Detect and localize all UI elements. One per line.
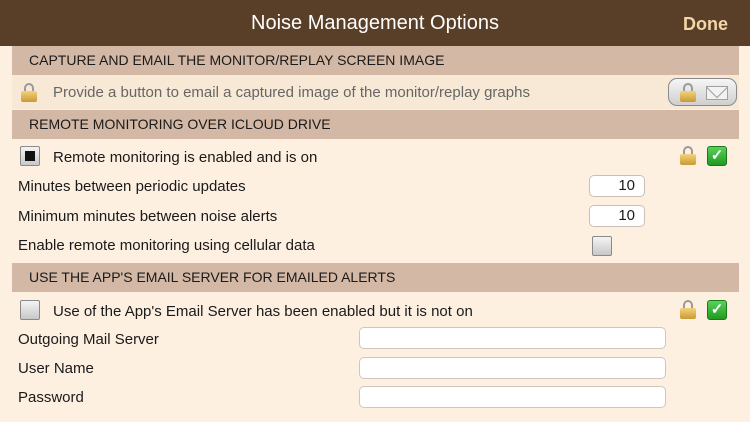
password-input[interactable]: [359, 386, 666, 408]
section-header-email: USE THE APP'S EMAIL SERVER FOR EMAILED A…: [12, 263, 739, 292]
email-capture-button[interactable]: [668, 78, 737, 106]
mail-server-input[interactable]: [359, 327, 666, 349]
lock-icon[interactable]: [680, 300, 696, 319]
capture-option-label: Provide a button to email a captured ima…: [53, 84, 530, 101]
user-name-input[interactable]: [359, 357, 666, 379]
cellular-label: Enable remote monitoring using cellular …: [18, 237, 315, 254]
lock-icon[interactable]: [680, 146, 696, 165]
section-header-capture: CAPTURE AND EMAIL THE MONITOR/REPLAY SCR…: [12, 46, 739, 75]
minutes-updates-field[interactable]: 10: [589, 175, 645, 197]
check-icon[interactable]: ✓: [707, 300, 727, 320]
user-name-label: User Name: [18, 360, 94, 377]
cellular-checkbox[interactable]: [592, 236, 612, 256]
page-title: Noise Management Options: [251, 12, 499, 34]
mail-server-label: Outgoing Mail Server: [18, 331, 159, 348]
envelope-icon: [706, 86, 728, 100]
remote-enabled-checkbox[interactable]: [20, 146, 40, 166]
minutes-updates-label: Minutes between periodic updates: [18, 178, 246, 195]
check-icon[interactable]: ✓: [707, 146, 727, 166]
lock-icon: [680, 83, 696, 102]
lock-icon: [21, 83, 37, 102]
done-button[interactable]: Done: [683, 14, 728, 35]
noise-alerts-label: Minimum minutes between noise alerts: [18, 208, 278, 225]
email-enabled-label: Use of the App's Email Server has been e…: [53, 303, 473, 320]
remote-enabled-label: Remote monitoring is enabled and is on: [53, 149, 318, 166]
password-label: Password: [18, 389, 84, 406]
section-header-remote: REMOTE MONITORING OVER ICLOUD DRIVE: [12, 110, 739, 139]
noise-alerts-field[interactable]: 10: [589, 205, 645, 227]
navigation-bar: Noise Management Options Done: [0, 0, 750, 46]
email-enabled-checkbox[interactable]: [20, 300, 40, 320]
